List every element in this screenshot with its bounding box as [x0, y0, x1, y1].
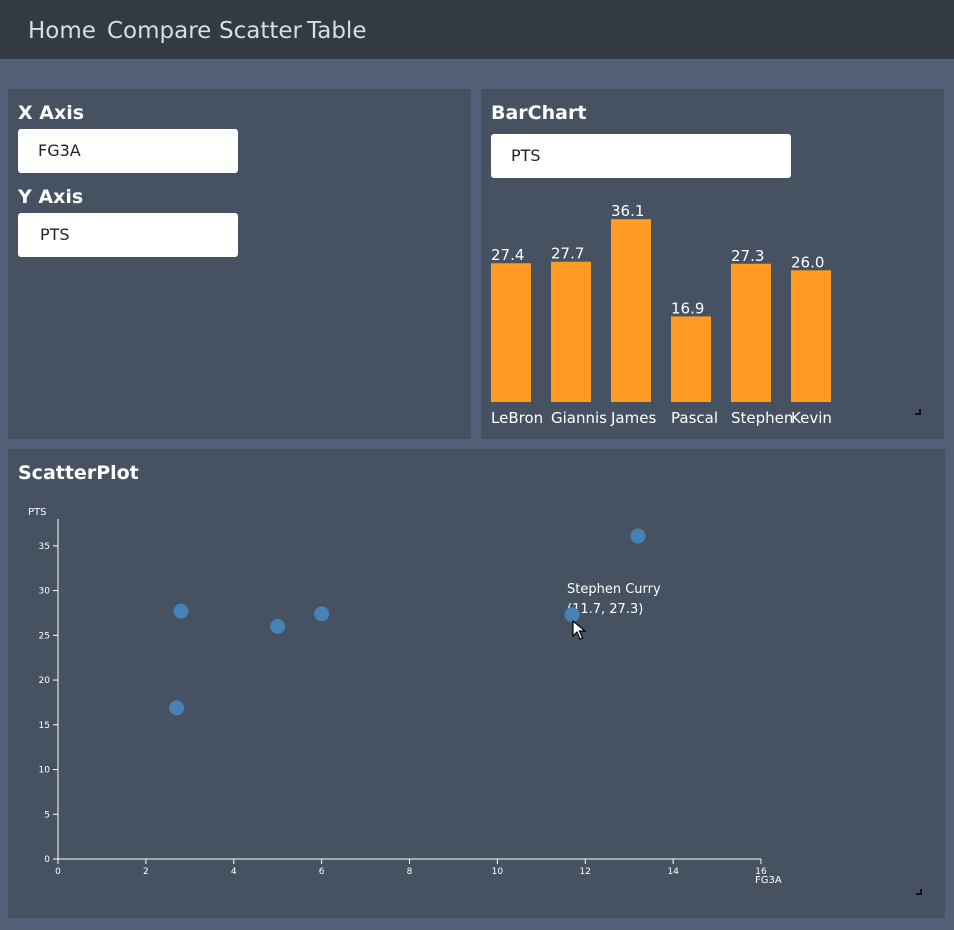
bar-category-label: LeBron — [491, 409, 543, 427]
bar-value-label: 26.0 — [791, 253, 824, 271]
y-tick-label: 20 — [39, 676, 51, 686]
bar-4 — [731, 263, 771, 402]
y-tick-label: 15 — [39, 721, 50, 731]
scatter-point-3 — [314, 606, 330, 622]
bar-value-label: 27.4 — [491, 246, 524, 264]
tooltip-name: Stephen Curry — [567, 582, 661, 597]
resize-handle[interactable] — [915, 409, 921, 415]
bar-value-label: 27.3 — [731, 247, 764, 265]
scatter-point-2 — [270, 618, 286, 634]
bar-5 — [791, 270, 831, 402]
bar-0 — [491, 263, 531, 402]
bar-value-label: 16.9 — [671, 299, 704, 317]
nav-scatter[interactable]: Scatter — [219, 16, 302, 46]
mouse-cursor-icon — [572, 620, 587, 640]
resize-handle[interactable] — [916, 889, 922, 895]
y-tick-label: 35 — [39, 542, 50, 552]
bar-3 — [671, 316, 711, 402]
x-tick-label: 8 — [407, 867, 413, 877]
x-tick-label: 12 — [580, 867, 591, 877]
bar-category-label: James — [610, 409, 656, 427]
x-tick-label: 6 — [319, 867, 325, 877]
barchart-panel: BarChart PTS 27.4 LeBron 27.7 Giannis 36.1 Ja… — [481, 89, 944, 439]
y-tick-label: 5 — [44, 810, 50, 820]
bar-category-label: Pascal — [671, 409, 718, 427]
x-tick-label: 4 — [231, 867, 237, 877]
bar-chart: 27.4 LeBron 27.7 Giannis 36.1 James 16.9 Pascal… — [491, 202, 832, 427]
scatter-chart: Stephen Curry (11.7, 27.3) 0 2 4 6 8 10 12 14 16… — [28, 507, 782, 886]
x-tick-label: 2 — [143, 867, 149, 877]
bar-category-label: Stephen — [731, 409, 793, 427]
axis-panel: X Axis FG3A Y Axis PTS — [8, 89, 471, 439]
bar-2 — [611, 219, 651, 402]
y-tick-label: 30 — [39, 587, 51, 597]
x-tick-label: 0 — [55, 867, 61, 877]
nav-compare[interactable]: Compare — [107, 16, 211, 46]
y-axis-label: PTS — [28, 507, 47, 518]
bar-category-label: Giannis — [551, 409, 607, 427]
top-navbar: Home Compare Scatter Table — [0, 0, 954, 59]
x-tick-label: 10 — [492, 867, 504, 877]
nav-table[interactable]: Table — [307, 16, 366, 46]
bar-1 — [551, 261, 591, 402]
bar-category-label: Kevin — [791, 409, 832, 427]
bar-value-label: 36.1 — [611, 202, 644, 220]
scatter-point-0 — [173, 603, 189, 619]
scatter-point-1 — [169, 700, 185, 716]
y-tick-label: 25 — [39, 631, 50, 641]
nav-home[interactable]: Home — [28, 16, 96, 46]
scatter-panel: ScatterPlot Stephen Curry (11.7, 27.3) 0… — [8, 449, 945, 918]
y-axis-select[interactable]: PTS — [18, 213, 238, 257]
x-axis-select[interactable]: FG3A — [18, 129, 238, 173]
scatter-point-5 — [630, 528, 646, 544]
y-tick-label: 0 — [44, 855, 50, 865]
x-tick-label: 14 — [667, 867, 679, 877]
x-axis-title: X Axis — [18, 102, 85, 124]
y-axis-title: Y Axis — [18, 186, 84, 208]
bar-value-label: 27.7 — [551, 245, 584, 263]
y-tick-label: 10 — [39, 766, 51, 776]
x-axis-label: FG3A — [755, 875, 782, 886]
